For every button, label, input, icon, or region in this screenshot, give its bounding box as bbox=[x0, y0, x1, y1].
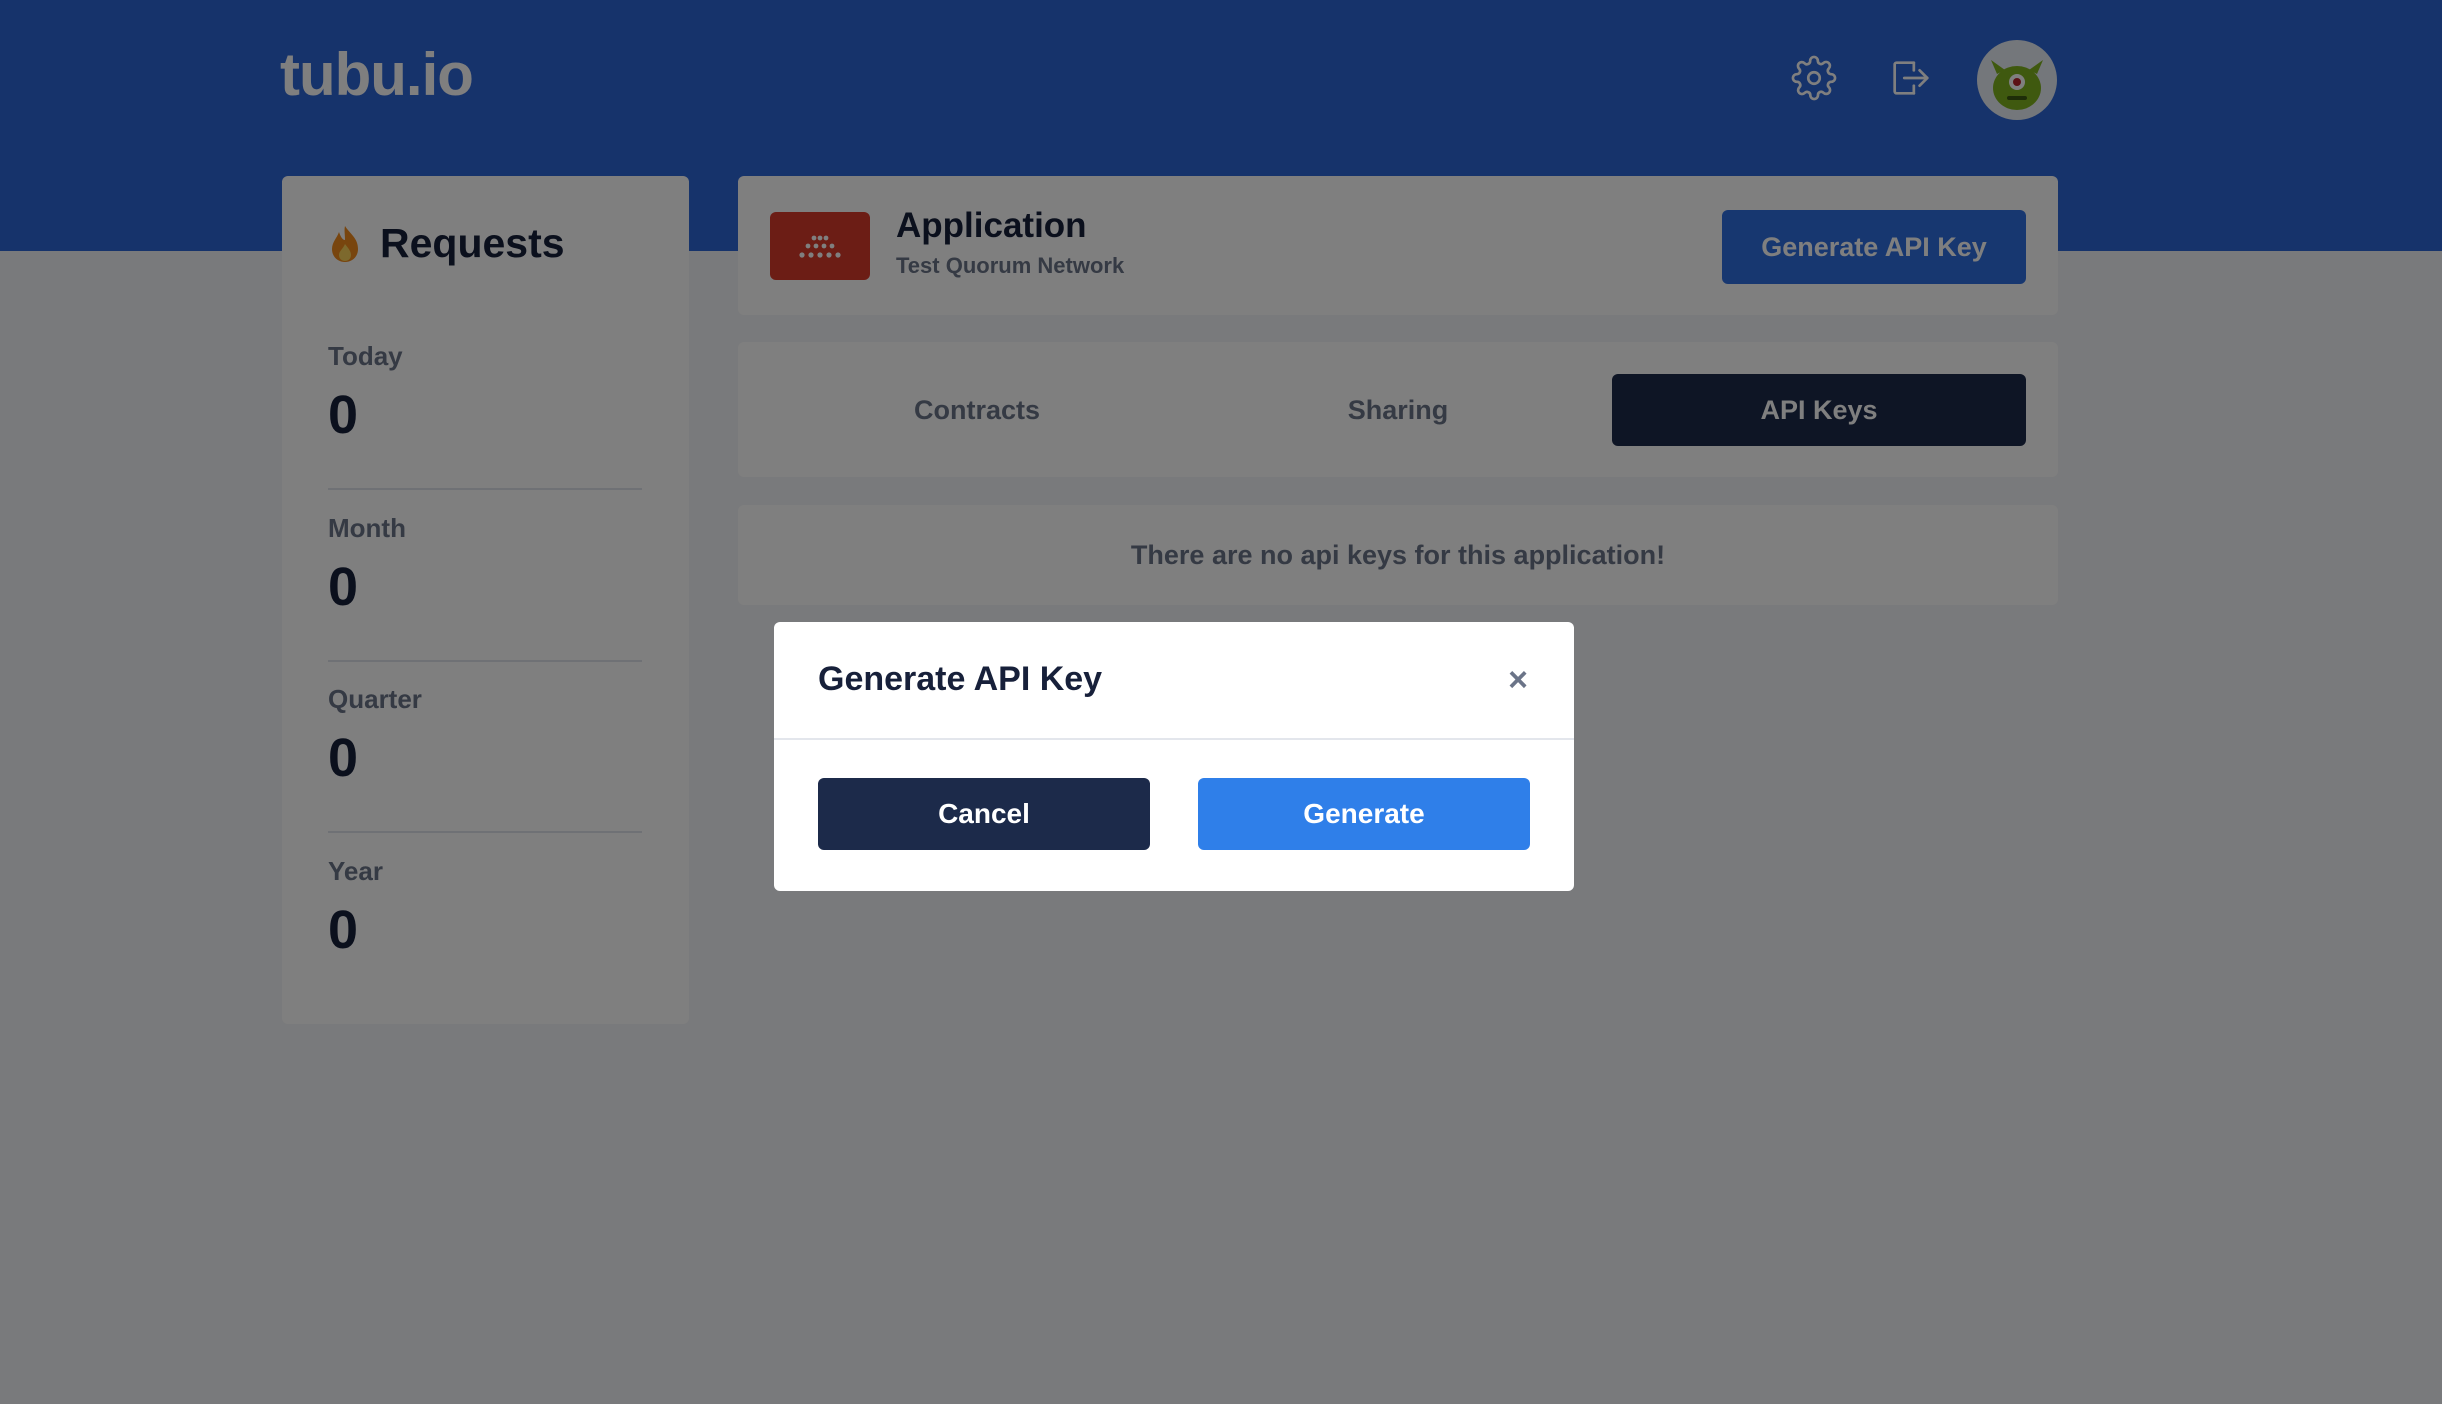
cancel-button[interactable]: Cancel bbox=[818, 778, 1150, 850]
generate-api-key-modal: Generate API Key × Cancel Generate bbox=[774, 622, 1574, 891]
modal-title: Generate API Key bbox=[818, 660, 1103, 698]
close-icon[interactable]: × bbox=[1500, 661, 1536, 699]
generate-button[interactable]: Generate bbox=[1198, 778, 1530, 850]
divider bbox=[774, 738, 1574, 740]
